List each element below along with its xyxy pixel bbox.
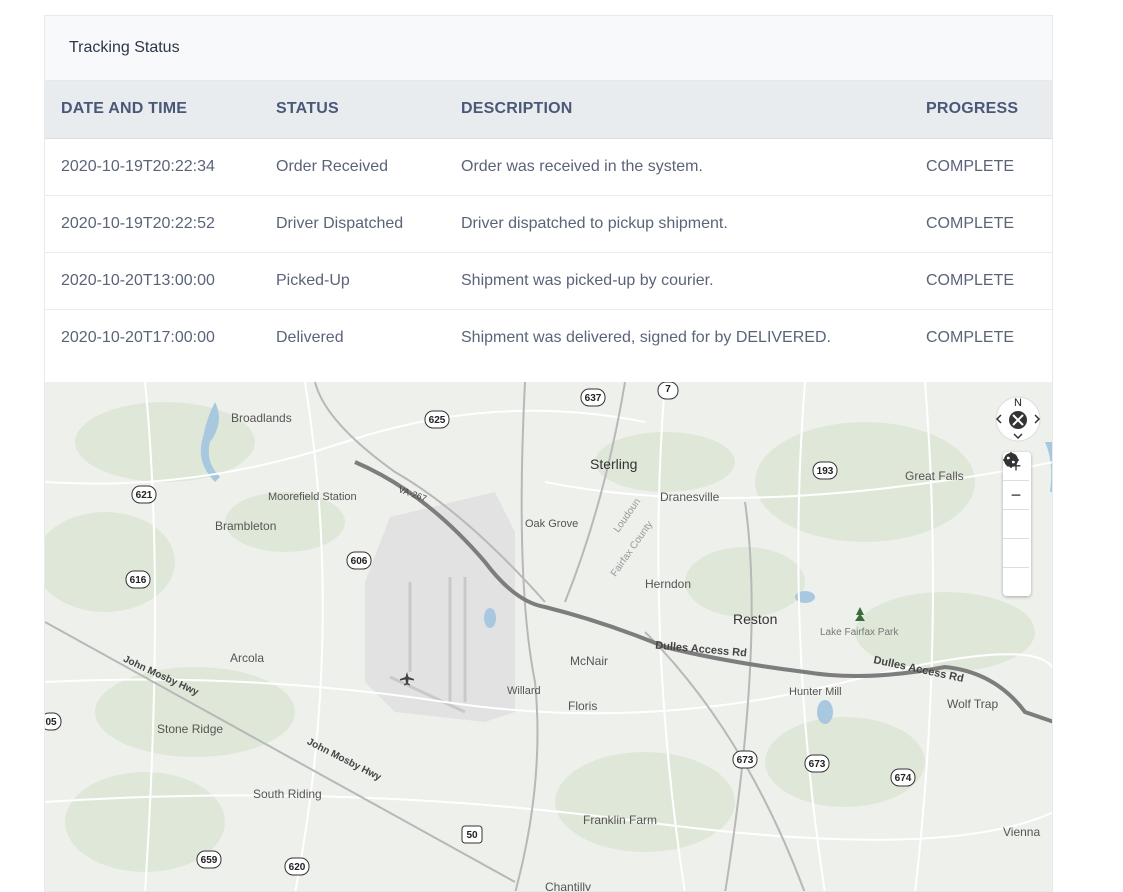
- cell-status: Order Received: [260, 138, 445, 196]
- table-row: 2020-10-20T13:00:00 Picked-Up Shipment w…: [45, 252, 1052, 310]
- svg-text:673: 673: [809, 759, 826, 770]
- svg-text:659: 659: [201, 855, 218, 866]
- card-title: Tracking Status: [69, 39, 180, 56]
- column-header-status: STATUS: [260, 81, 445, 139]
- svg-text:193: 193: [817, 466, 834, 477]
- route-shield: 659: [196, 850, 222, 869]
- place-label: Moorefield Station: [268, 491, 357, 503]
- cell-description: Order was received in the system.: [445, 138, 910, 196]
- place-label: Broadlands: [231, 411, 292, 425]
- car-icon: [1005, 454, 1017, 467]
- svg-text:674: 674: [895, 773, 912, 784]
- cell-progress: COMPLETE: [926, 329, 1015, 346]
- place-label: Sterling: [590, 456, 637, 472]
- route-shield: 606: [346, 551, 372, 570]
- place-label: Franklin Farm: [583, 813, 657, 827]
- place-label: Great Falls: [905, 469, 964, 483]
- route-shield: 673: [732, 750, 758, 769]
- tracking-table: DATE AND TIME STATUS DESCRIPTION PROGRES…: [45, 81, 1052, 367]
- place-label: McNair: [570, 654, 608, 668]
- card-header: Tracking Status: [45, 16, 1052, 81]
- route-shield: 50: [461, 825, 483, 844]
- route-shield: 625: [424, 410, 450, 429]
- table-header-row: DATE AND TIME STATUS DESCRIPTION PROGRES…: [45, 81, 1052, 139]
- cell-progress: COMPLETE: [910, 138, 1052, 196]
- place-label: Brambleton: [215, 519, 276, 533]
- place-label: South Riding: [253, 787, 322, 801]
- svg-text:625: 625: [429, 415, 446, 426]
- column-header-date: DATE AND TIME: [45, 81, 260, 139]
- svg-text:616: 616: [130, 575, 147, 586]
- cell-status: Driver Dispatched: [260, 195, 445, 253]
- route-shield: 7: [657, 382, 679, 400]
- svg-text:7: 7: [665, 384, 671, 395]
- route-shield: 620: [284, 857, 310, 876]
- map-canvas[interactable]: Broadlands Sterling Great Falls Moorefie…: [45, 382, 1053, 892]
- route-shield: 674: [890, 768, 916, 787]
- zoom-out-button[interactable]: −: [1003, 481, 1029, 510]
- cell-description: Shipment was delivered, signed for by DE…: [461, 329, 831, 346]
- park-icon: [855, 607, 865, 621]
- route-shield: 616: [125, 570, 151, 589]
- svg-text:606: 606: [351, 556, 368, 567]
- map-controls: + −: [1003, 452, 1031, 596]
- cell-progress: COMPLETE: [910, 252, 1052, 310]
- locate-button[interactable]: [1003, 452, 1029, 539]
- column-header-description: DESCRIPTION: [445, 81, 910, 139]
- place-label: Floris: [568, 699, 597, 713]
- cell-progress: COMPLETE: [910, 195, 1052, 253]
- road-label: VA-267: [397, 484, 428, 503]
- route-shield: 673: [804, 754, 830, 773]
- svg-text:621: 621: [136, 490, 153, 501]
- airport-area: [365, 492, 515, 722]
- cell-description: Driver dispatched to pickup shipment.: [445, 195, 910, 253]
- cell-date: 2020-10-19T20:22:52: [45, 195, 260, 253]
- place-label: Hunter Mill: [789, 686, 842, 698]
- place-label: Oak Grove: [525, 518, 578, 530]
- route-shield: 621: [131, 485, 157, 504]
- tracking-card: Tracking Status DATE AND TIME STATUS DES…: [44, 15, 1053, 892]
- svg-text:50: 50: [466, 830, 478, 841]
- svg-text:620: 620: [289, 862, 306, 873]
- place-label: Chantilly: [545, 880, 591, 892]
- place-label: Arcola: [230, 651, 264, 665]
- traffic-button[interactable]: [1003, 454, 1029, 596]
- svg-text:637: 637: [585, 393, 602, 404]
- column-header-progress: PROGRESS: [910, 81, 1052, 139]
- place-label: Wolf Trap: [947, 697, 998, 711]
- road-label: John Mosby Hwy: [305, 736, 383, 783]
- table-row: 2020-10-19T20:22:52 Driver Dispatched Dr…: [45, 195, 1052, 253]
- route-shield: 637: [580, 388, 606, 407]
- place-label: Willard: [507, 685, 541, 697]
- table-row: 2020-10-19T20:22:34 Order Received Order…: [45, 138, 1052, 196]
- place-label: Lake Fairfax Park: [820, 627, 899, 638]
- cell-status: Delivered: [276, 329, 344, 346]
- svg-text:673: 673: [737, 755, 754, 766]
- cell-date: 2020-10-20T17:00:00: [61, 329, 215, 346]
- compass-north-label: N: [1014, 397, 1022, 409]
- route-shield: 193: [812, 461, 838, 480]
- place-label: Vienna: [1003, 825, 1040, 839]
- place-label: Reston: [733, 611, 777, 627]
- globe-button[interactable]: [1003, 453, 1029, 568]
- place-label: Stone Ridge: [157, 722, 223, 736]
- table-row: 2020-10-20T17:00:00 Delivered Shipment w…: [45, 309, 1052, 367]
- compass-control[interactable]: N: [993, 392, 1043, 442]
- cell-status: Picked-Up: [260, 252, 445, 310]
- map-view[interactable]: Broadlands Sterling Great Falls Moorefie…: [45, 382, 1053, 892]
- svg-text:05: 05: [45, 717, 57, 728]
- cell-description: Shipment was picked-up by courier.: [445, 252, 910, 310]
- place-label: Dranesville: [660, 490, 720, 504]
- cell-date: 2020-10-19T20:22:34: [45, 138, 260, 196]
- cell-date: 2020-10-20T13:00:00: [45, 252, 260, 310]
- route-shield: 05: [45, 712, 62, 731]
- place-label: Herndon: [645, 577, 691, 591]
